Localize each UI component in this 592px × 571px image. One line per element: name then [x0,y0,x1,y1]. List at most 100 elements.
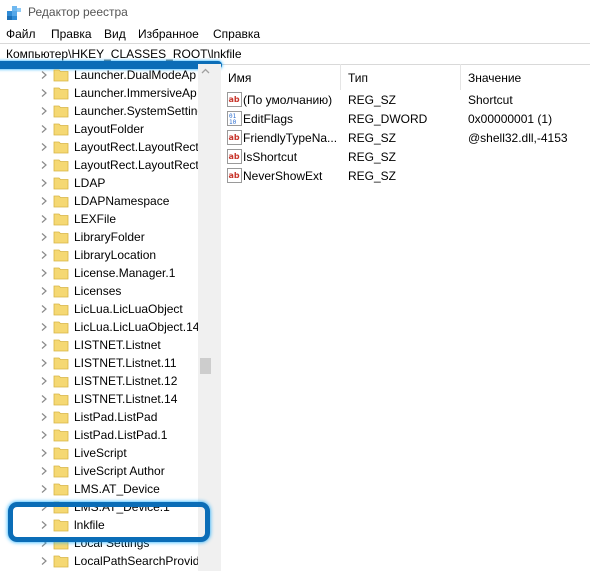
value-row[interactable]: ab (По умолчанию) REG_SZ Shortcut [221,90,592,109]
chevron-right-icon[interactable] [39,484,49,494]
chevron-right-icon[interactable] [39,250,49,260]
tree-item[interactable]: LayoutRect.LayoutRect [0,138,198,156]
folder-icon [53,231,69,244]
value-row[interactable]: 01 10 EditFlags REG_DWORD 0x00000001 (1) [221,109,592,128]
tree-item-label: LiveScript Author [74,464,165,478]
tree-item[interactable]: Licenses [0,282,198,300]
chevron-right-icon[interactable] [39,376,49,386]
tree-item[interactable]: LMS.AT_Device [0,480,198,498]
tree-item[interactable]: LISTNET.Listnet.12 [0,372,198,390]
column-divider[interactable] [460,64,461,90]
scroll-up-icon[interactable] [201,68,210,74]
address-path[interactable]: Компьютер\HKEY_CLASSES_ROOT\lnkfile [6,47,242,61]
chevron-right-icon[interactable] [39,214,49,224]
chevron-right-icon[interactable] [39,124,49,134]
tree-item[interactable]: ListPad.ListPad [0,408,198,426]
value-row[interactable]: ab IsShortcut REG_SZ [221,147,592,166]
chevron-right-icon[interactable] [39,232,49,242]
tree-item[interactable]: LayoutRect.LayoutRect. [0,156,198,174]
tree-item[interactable]: LayoutFolder [0,120,198,138]
svg-text:ab: ab [229,95,240,104]
tree-item[interactable]: LibraryFolder [0,228,198,246]
key-tree[interactable]: Launcher.DualModeAp Launcher.ImmersiveAp L… [0,64,198,571]
tree-item[interactable]: LicLua.LicLuaObject.14 [0,318,198,336]
chevron-right-icon[interactable] [39,466,49,476]
value-name: NeverShowExt [243,169,323,183]
column-data-header[interactable]: Значение [468,71,521,85]
chevron-right-icon[interactable] [39,142,49,152]
value-data: @shell32.dll,-4153 [468,131,568,145]
tree-scrollbar[interactable] [198,64,213,571]
pane-splitter[interactable] [213,64,221,571]
tree-item[interactable]: LicLua.LicLuaObject [0,300,198,318]
binary-value-icon: 0110 [227,111,242,126]
tree-item[interactable]: LibraryLocation [0,246,198,264]
menu-view[interactable]: Вид [104,27,126,41]
folder-icon [53,429,69,442]
tree-item[interactable]: LDAPNamespace [0,192,198,210]
scrollbar-thumb[interactable] [200,358,211,374]
value-row[interactable]: ab FriendlyTypeNa... REG_SZ @shell32.dll,-4… [221,128,592,147]
chevron-right-icon[interactable] [39,322,49,332]
value-type: REG_SZ [348,93,397,107]
chevron-right-icon[interactable] [39,106,49,116]
chevron-right-icon[interactable] [39,196,49,206]
tree-item-label: LibraryLocation [74,248,157,262]
value-type: REG_SZ [348,150,397,164]
chevron-right-icon[interactable] [39,88,49,98]
tree-item[interactable]: LocalPathSearchProvide [0,552,198,570]
column-type-header[interactable]: Тип [348,71,368,85]
chevron-right-icon[interactable] [39,160,49,170]
chevron-right-icon[interactable] [39,304,49,314]
folder-icon [53,141,69,154]
chevron-right-icon[interactable] [39,340,49,350]
registry-editor-icon [7,6,21,20]
folder-icon [53,213,69,226]
tree-item[interactable]: LiveScript Author [0,462,198,480]
string-value-icon: ab [227,92,242,107]
menu-edit[interactable]: Правка [51,27,92,41]
folder-icon [53,555,69,568]
column-name-header[interactable]: Имя [228,71,251,85]
menu-file[interactable]: Файл [6,27,36,41]
folder-icon [53,339,69,352]
chevron-right-icon[interactable] [39,448,49,458]
tree-item[interactable]: LDAP [0,174,198,192]
folder-icon [53,483,69,496]
chevron-right-icon[interactable] [39,412,49,422]
chevron-right-icon[interactable] [39,556,49,566]
tree-item[interactable]: LISTNET.Listnet.14 [0,390,198,408]
tree-item[interactable]: LISTNET.Listnet.11 [0,354,198,372]
menu-help[interactable]: Справка [213,27,260,41]
value-row[interactable]: ab NeverShowExt REG_SZ [221,166,592,185]
tree-item[interactable]: License.Manager.1 [0,264,198,282]
chevron-right-icon[interactable] [39,70,49,80]
value-name: (По умолчанию) [243,93,333,107]
folder-icon [53,303,69,316]
folder-icon [53,123,69,136]
folder-icon [53,249,69,262]
chevron-right-icon[interactable] [39,178,49,188]
tree-item-label: Licenses [74,284,122,298]
chevron-right-icon[interactable] [39,358,49,368]
value-name: IsShortcut [243,150,298,164]
column-divider[interactable] [340,64,341,90]
string-value-icon: ab [227,168,242,183]
tree-item-label: ListPad.ListPad.1 [74,428,168,442]
tree-item-label: Launcher.SystemSetting [74,104,198,118]
chevron-right-icon[interactable] [39,394,49,404]
chevron-right-icon[interactable] [39,286,49,296]
chevron-right-icon[interactable] [39,430,49,440]
tree-item[interactable]: Launcher.SystemSetting [0,102,198,120]
menu-favorites[interactable]: Избранное [138,27,199,41]
tree-item[interactable]: Launcher.ImmersiveAp [0,84,198,102]
value-data: 0x00000001 (1) [468,112,553,126]
tree-item[interactable]: Launcher.DualModeAp [0,66,198,84]
tree-item[interactable]: LISTNET.Listnet [0,336,198,354]
tree-item[interactable]: LiveScript [0,444,198,462]
chevron-right-icon[interactable] [39,268,49,278]
tree-item[interactable]: LEXFile [0,210,198,228]
window-title: Редактор реестра [28,5,128,19]
tree-item-label: LicLua.LicLuaObject [74,302,183,316]
tree-item[interactable]: ListPad.ListPad.1 [0,426,198,444]
